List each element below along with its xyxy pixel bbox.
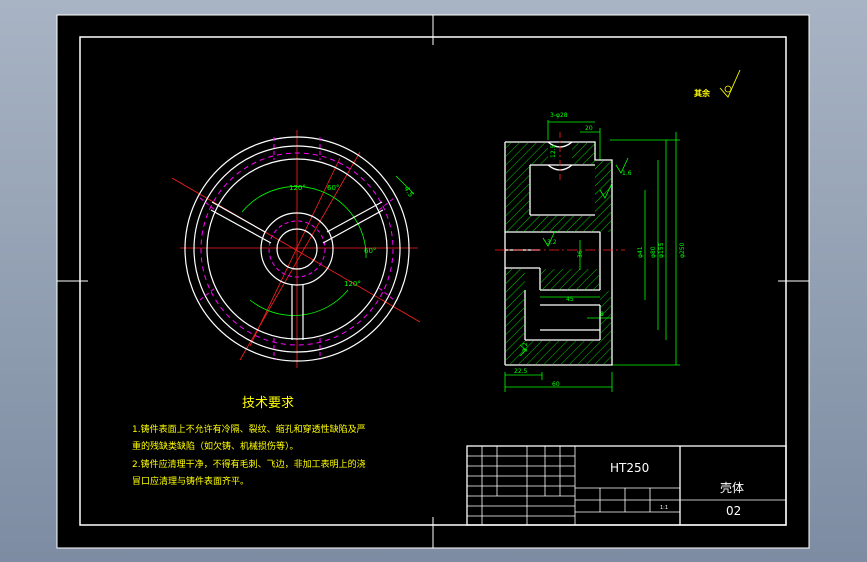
dim-bottom: 45 xyxy=(566,296,574,303)
angle-label-4: 120° xyxy=(344,280,361,288)
angle-label-3: 60° xyxy=(364,247,376,255)
dim-mid: 36 xyxy=(577,250,584,258)
tech-line-4: 冒口应清理与铸件表面齐平。 xyxy=(132,475,249,487)
dim-h2: φ80 xyxy=(650,246,657,258)
angle-label-2: 60° xyxy=(327,184,339,192)
tech-line-1: 1.铸件表面上不允许有冷隔、裂纹、缩孔和穿透性缺陷及严 xyxy=(132,423,366,435)
part-name-label: 壳体 xyxy=(720,481,744,495)
surface-note-text: 其余 xyxy=(694,88,711,98)
dim-small: 8 xyxy=(600,311,604,318)
cad-drawing: 120° 60° 60° 120° 4.5 3-φ28 20 1.6 φ250 … xyxy=(56,14,810,549)
dim-outer-dia: φ250 xyxy=(679,242,686,258)
dim-total-width: 60 xyxy=(552,381,560,388)
drawing-number-label: 02 xyxy=(726,504,741,518)
tech-line-3: 2.铸件应清理干净，不得有毛刺、飞边，非加工表明上的浇 xyxy=(132,458,366,470)
dim-h3: φ155 xyxy=(658,242,665,258)
material-label: HT250 xyxy=(610,461,649,475)
dim-top-holes: 3-φ28 xyxy=(550,112,568,119)
angle-label-1: 120° xyxy=(289,184,306,192)
dim-top-width: 20 xyxy=(585,125,593,132)
dim-rough-right: 1.6 xyxy=(622,170,632,177)
scale-label: 1:1 xyxy=(660,505,668,511)
dim-left-bottom: 22.5 xyxy=(514,368,528,375)
dim-h1: φ41 xyxy=(637,246,644,258)
rough-top: 12.5 xyxy=(550,144,557,158)
tech-line-2: 重的残缺类缺陷（如欠铸、机械损伤等）。 xyxy=(132,440,299,452)
tech-title: 技术要求 xyxy=(242,396,294,411)
